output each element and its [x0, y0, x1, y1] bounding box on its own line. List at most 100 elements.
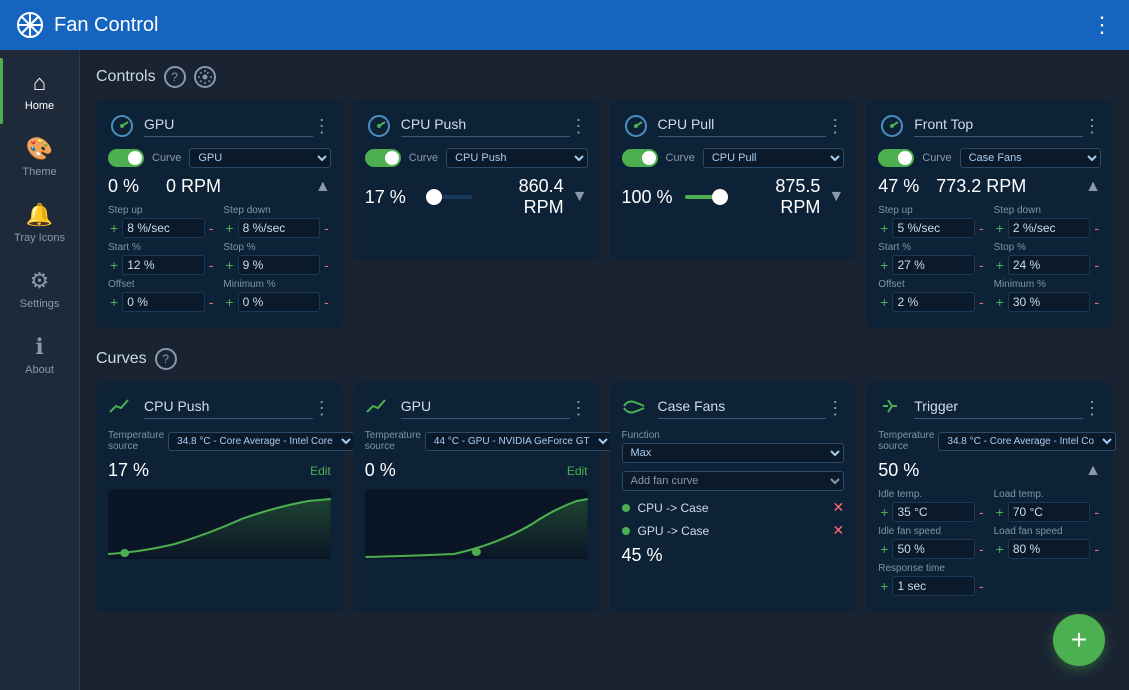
cpu-pull-slider[interactable]	[685, 195, 729, 199]
about-icon: ℹ	[35, 334, 43, 360]
trigger-percent-row: 50 % ▲	[878, 460, 1101, 481]
case-fans-curve-menu[interactable]: ⋮	[826, 398, 844, 419]
trigger-curve-menu[interactable]: ⋮	[1083, 398, 1101, 419]
curves-help-button[interactable]: ?	[155, 348, 177, 370]
case-fans-function-select[interactable]: Max	[622, 443, 845, 463]
trigger-curve-icon	[878, 394, 906, 422]
ft-startp-plus[interactable]: +	[878, 258, 890, 272]
ft-stepdown-value: 2 %/sec	[1008, 218, 1091, 238]
gpu-offset-label: Offset	[108, 279, 215, 290]
curve-cards-grid: CPU Push ⋮ Temperature source 34.8 °C - …	[96, 382, 1113, 612]
front-top-arrow: ▲	[1085, 178, 1101, 196]
gpu-startp-minus[interactable]: -	[207, 258, 216, 272]
cpu-push-card-menu[interactable]: ⋮	[570, 116, 588, 137]
controls-settings-button[interactable]	[194, 66, 216, 88]
gpu-minp-label: Minimum %	[223, 279, 330, 290]
gpu-curve-edit-button[interactable]: Edit	[567, 464, 588, 478]
cpu-case-remove-button[interactable]: ✕	[833, 499, 845, 516]
sidebar-item-home[interactable]: ⌂ Home	[0, 58, 79, 124]
cpu-push-temp-select[interactable]: 34.8 °C - Core Average - Intel Core	[168, 432, 355, 451]
gpu-toggle[interactable]	[108, 149, 144, 167]
gpu-case-name: GPU -> Case	[638, 524, 825, 538]
gpu-stepdown-minus[interactable]: -	[322, 221, 331, 235]
app-logo	[16, 11, 44, 39]
trigger-load-temp-minus[interactable]: -	[1092, 505, 1101, 519]
gpu-temp-label: Temperature source	[365, 430, 421, 452]
front-top-rpm-display: 47 % 773.2 RPM ▲	[878, 176, 1101, 197]
gpu-minp-minus[interactable]: -	[322, 295, 331, 309]
ft-minp-plus[interactable]: +	[994, 295, 1006, 309]
gpu-startp-plus[interactable]: +	[108, 258, 120, 272]
gpu-stopp-plus[interactable]: +	[223, 258, 235, 272]
gpu-offset-minus[interactable]: -	[207, 295, 216, 309]
sidebar-item-settings[interactable]: ⚙ Settings	[0, 256, 79, 322]
gpu-curve-menu[interactable]: ⋮	[570, 398, 588, 419]
trigger-idle-temp-plus[interactable]: +	[878, 505, 890, 519]
case-fans-add-curve-select[interactable]: Add fan curve	[622, 471, 845, 491]
front-top-curve-select[interactable]: Case Fans	[960, 148, 1101, 168]
trigger-load-speed: Load fan speed + 80 % -	[994, 526, 1101, 559]
trigger-response-time-minus[interactable]: -	[977, 579, 986, 593]
trigger-idle-temp-minus[interactable]: -	[977, 505, 986, 519]
gpu-rpm-display: 0 % 0 RPM ▲	[108, 176, 331, 197]
ft-stepdown-group: Step down + 2 %/sec -	[994, 205, 1101, 238]
header-menu-button[interactable]: ⋮	[1091, 12, 1113, 38]
ft-stepdown-plus[interactable]: +	[994, 221, 1006, 235]
sidebar-label-settings: Settings	[20, 298, 60, 310]
ft-minp-minus[interactable]: -	[1092, 295, 1101, 309]
sidebar-item-tray-icons[interactable]: 🔔 Tray Icons	[0, 190, 79, 256]
gpu-temp-select[interactable]: 44 °C - GPU - NVIDIA GeForce GT	[425, 432, 612, 451]
ft-stopp-plus[interactable]: +	[994, 258, 1006, 272]
cpu-pull-curve-select[interactable]: CPU Pull	[703, 148, 844, 168]
cpu-pull-toggle[interactable]	[622, 149, 658, 167]
cpu-push-toggle[interactable]	[365, 149, 401, 167]
cpu-push-curve-title: CPU Push	[144, 398, 313, 419]
trigger-idle-speed-minus[interactable]: -	[977, 542, 986, 556]
gpu-stopp-group: Stop % + 9 % -	[223, 242, 330, 275]
trigger-idle-speed-label: Idle fan speed	[878, 526, 985, 537]
trigger-temp-select[interactable]: 34.8 °C - Core Average - Intel Co	[938, 432, 1116, 451]
gpu-speed-icon	[108, 112, 136, 140]
main-content: Controls ? GPU ⋮	[80, 50, 1129, 690]
front-top-toggle[interactable]	[878, 149, 914, 167]
trigger-load-speed-minus[interactable]: -	[1092, 542, 1101, 556]
sidebar-item-theme[interactable]: 🎨 Theme	[0, 124, 79, 190]
gpu-stepup-minus[interactable]: -	[207, 221, 216, 235]
trigger-expand-icon[interactable]: ▲	[1085, 462, 1101, 480]
gpu-case-remove-button[interactable]: ✕	[833, 522, 845, 539]
trigger-idle-speed-plus[interactable]: +	[878, 542, 890, 556]
sidebar-label-home: Home	[25, 100, 54, 112]
gpu-minp-plus[interactable]: +	[223, 295, 235, 309]
trigger-load-temp-plus[interactable]: +	[994, 505, 1006, 519]
control-card-cpu-pull: CPU Pull ⋮ Curve CPU Pull 100 %	[610, 100, 857, 260]
gpu-stepdown-plus[interactable]: +	[223, 221, 235, 235]
ft-stepup-minus[interactable]: -	[977, 221, 986, 235]
cpu-push-edit-button[interactable]: Edit	[310, 464, 331, 478]
gpu-card-menu[interactable]: ⋮	[313, 116, 331, 137]
front-top-card-menu[interactable]: ⋮	[1083, 116, 1101, 137]
ft-offset-plus[interactable]: +	[878, 295, 890, 309]
gpu-offset-plus[interactable]: +	[108, 295, 120, 309]
case-fans-curve-title: Case Fans	[658, 398, 827, 419]
gpu-percent: 0 %	[108, 176, 158, 197]
ft-stepdown-minus[interactable]: -	[1092, 221, 1101, 235]
cpu-pull-card-menu[interactable]: ⋮	[826, 116, 844, 137]
add-fab-button[interactable]: +	[1053, 614, 1105, 666]
ft-stepup-plus[interactable]: +	[878, 221, 890, 235]
front-top-card-header: Front Top ⋮	[878, 112, 1101, 140]
gpu-curve-select[interactable]: GPU	[189, 148, 330, 168]
ft-offset-minus[interactable]: -	[977, 295, 986, 309]
ft-startp-minus[interactable]: -	[977, 258, 986, 272]
sidebar-item-about[interactable]: ℹ About	[0, 322, 79, 388]
trigger-load-speed-plus[interactable]: +	[994, 542, 1006, 556]
gpu-stopp-minus[interactable]: -	[322, 258, 331, 272]
cpu-push-slider[interactable]	[427, 195, 472, 199]
gpu-stepup-plus[interactable]: +	[108, 221, 120, 235]
controls-help-button[interactable]: ?	[164, 66, 186, 88]
cpu-push-curve-menu[interactable]: ⋮	[313, 398, 331, 419]
gpu-offset-group: Offset + 0 % -	[108, 279, 215, 312]
sidebar-label-tray: Tray Icons	[14, 232, 65, 244]
trigger-response-time-plus[interactable]: +	[878, 579, 890, 593]
ft-stopp-minus[interactable]: -	[1092, 258, 1101, 272]
cpu-push-curve-select[interactable]: CPU Push	[446, 148, 587, 168]
